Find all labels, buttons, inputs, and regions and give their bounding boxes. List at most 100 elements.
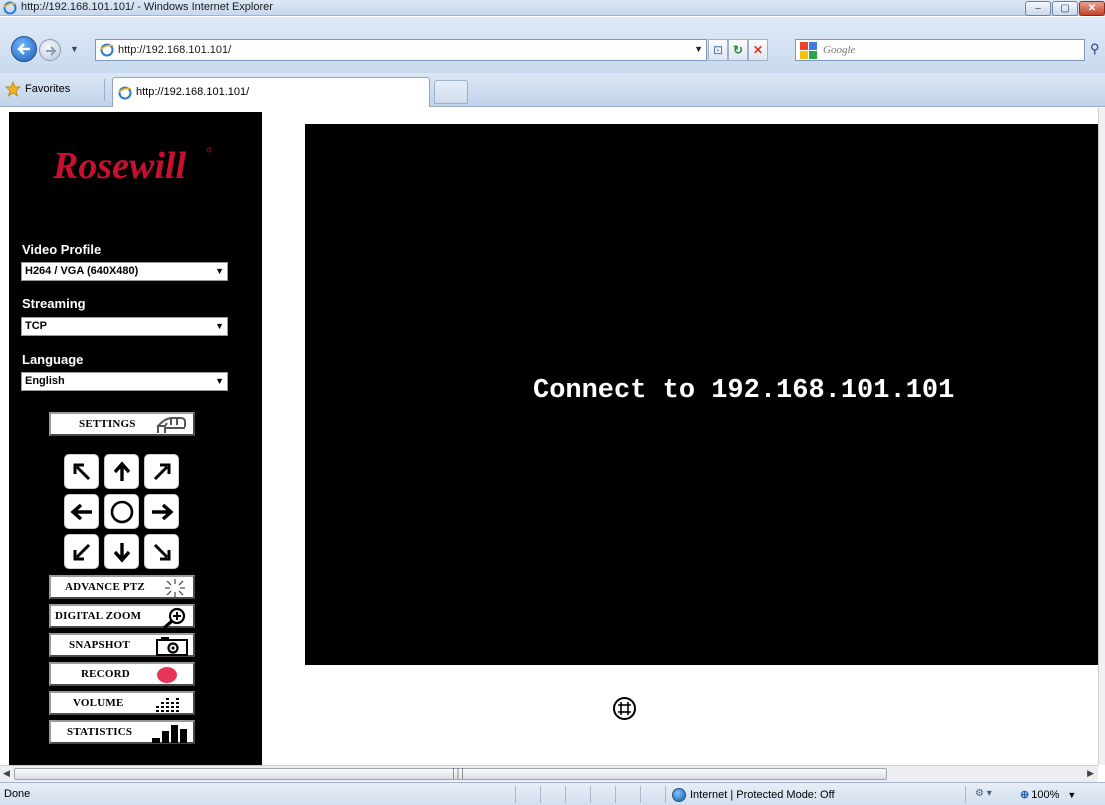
settings-button[interactable]: SETTINGS (49, 412, 195, 436)
status-text: Done (4, 788, 31, 800)
close-button[interactable]: ✕ (1079, 1, 1105, 16)
digital-zoom-label: DIGITAL ZOOM (55, 610, 142, 622)
status-bar: Done Internet | Protected Mode: Off ⚙ ▾ … (0, 782, 1105, 805)
arrow-right-icon (151, 503, 174, 520)
pan-left-button[interactable] (64, 494, 99, 529)
refresh-icon[interactable]: ↻ (728, 39, 748, 61)
forward-arrow-icon (46, 46, 57, 56)
snapshot-label: SNAPSHOT (69, 639, 130, 651)
chevron-down-icon: ▼ (215, 266, 224, 276)
pan-right-button[interactable] (144, 494, 179, 529)
new-tab-button[interactable] (434, 80, 468, 104)
statistics-button[interactable]: STATISTICS (49, 720, 195, 744)
streaming-select[interactable]: TCP ▼ (21, 317, 228, 336)
search-box[interactable]: Google (795, 39, 1085, 61)
streaming-value: TCP (25, 320, 47, 332)
record-dot-icon (157, 667, 177, 683)
statistics-label: STATISTICS (67, 726, 133, 738)
search-icon[interactable]: ⚲ (1090, 41, 1100, 57)
settings-label: SETTINGS (79, 418, 136, 430)
arrow-up-icon (113, 460, 130, 481)
compatibility-view-icon[interactable]: ⊡ (708, 39, 728, 61)
divider (640, 786, 641, 803)
recent-pages-dropdown-icon[interactable]: ▼ (70, 44, 79, 54)
pan-up-right-button[interactable] (144, 454, 179, 489)
ptz-home-button[interactable] (104, 494, 139, 529)
bar-chart-icon (152, 725, 187, 743)
pan-down-right-button[interactable] (144, 534, 179, 569)
video-viewport[interactable]: Connect to 192.168.101.101 (305, 124, 1098, 665)
zoom-value: 100% (1031, 788, 1060, 801)
fullscreen-icon (618, 702, 631, 715)
advance-ptz-button[interactable]: ADVANCE PTZ (49, 575, 195, 599)
arrow-down-right-icon (153, 543, 170, 560)
back-arrow-icon (17, 43, 30, 55)
horizontal-scrollbar[interactable]: ◀ │││ ▶ (0, 765, 1098, 782)
add-ons-icon[interactable]: ⚙ ▾ (975, 788, 992, 799)
video-profile-label: Video Profile (22, 242, 102, 257)
advance-ptz-label: ADVANCE PTZ (65, 581, 145, 593)
favorites-button[interactable]: Favorites (5, 79, 70, 99)
security-zone[interactable]: Internet | Protected Mode: Off (672, 788, 835, 802)
divider (565, 786, 566, 803)
camera-icon (156, 637, 188, 656)
star-icon (5, 81, 21, 97)
pan-up-left-button[interactable] (64, 454, 99, 489)
vertical-scrollbar[interactable] (1098, 108, 1105, 765)
volume-button[interactable]: VOLUME (49, 691, 195, 715)
scroll-left-arrow-icon[interactable]: ◀ (3, 768, 10, 779)
window-title-bar: http://192.168.101.101/ - Windows Intern… (0, 0, 1105, 16)
search-placeholder: Google (823, 44, 856, 56)
magnifier-plus-icon (162, 607, 186, 629)
stop-icon[interactable]: ✕ (748, 39, 768, 61)
zoom-icon: ⊕ (1020, 789, 1030, 801)
page-content: Rosewill Video Profile H264 / VGA (640X4… (0, 108, 1098, 765)
tilt-down-button[interactable] (104, 534, 139, 569)
maximize-button[interactable]: ▢ (1052, 1, 1078, 16)
connection-message: Connect to 192.168.101.101 (533, 376, 955, 406)
page-icon (118, 86, 132, 100)
divider (540, 786, 541, 803)
tab-label: http://192.168.101.101/ (136, 86, 250, 98)
arrow-up-right-icon (153, 463, 170, 480)
arrow-down-left-icon (73, 543, 90, 560)
back-button[interactable] (11, 36, 37, 62)
url-text[interactable]: http://192.168.101.101/ (118, 44, 231, 56)
language-label: Language (22, 352, 84, 367)
zone-label: Internet | Protected Mode: Off (690, 789, 835, 801)
zoom-level[interactable]: ⊕ 100% ▼ (1020, 788, 1076, 802)
navigation-bar: ▼ http://192.168.101.101/ ▼ ⊡ ↻ ✕ Google… (0, 17, 1105, 73)
record-label: RECORD (81, 668, 130, 680)
tilt-up-button[interactable] (104, 454, 139, 489)
sparkle-arrows-icon (165, 579, 185, 597)
video-profile-select[interactable]: H264 / VGA (640X480) ▼ (21, 262, 228, 281)
scrollbar-grip-icon: │││ (451, 768, 466, 778)
browser-tab[interactable]: http://192.168.101.101/ (112, 77, 430, 107)
address-dropdown-icon[interactable]: ▼ (694, 44, 703, 54)
digital-zoom-button[interactable]: DIGITAL ZOOM (49, 604, 195, 629)
snapshot-button[interactable]: SNAPSHOT (49, 633, 195, 657)
record-button[interactable]: RECORD (49, 662, 195, 686)
chevron-down-icon: ▼ (215, 321, 224, 331)
rosewill-logo: Rosewill (53, 145, 212, 187)
google-search-provider-icon (800, 42, 817, 59)
language-select[interactable]: English ▼ (21, 372, 228, 391)
fullscreen-button[interactable] (613, 697, 636, 720)
ptz-control-pad (64, 454, 180, 569)
address-actions: ⊡ ↻ ✕ (708, 39, 768, 61)
divider (104, 79, 105, 101)
window-title: http://192.168.101.101/ - Windows Intern… (21, 1, 273, 13)
pan-down-left-button[interactable] (64, 534, 99, 569)
control-sidebar: Rosewill Video Profile H264 / VGA (640X4… (9, 112, 262, 765)
forward-button[interactable] (39, 39, 61, 61)
scroll-right-arrow-icon[interactable]: ▶ (1087, 768, 1094, 779)
minimize-button[interactable]: – (1025, 1, 1051, 16)
address-bar[interactable]: http://192.168.101.101/ ▼ (95, 39, 707, 61)
language-value: English (25, 375, 65, 387)
page-icon (100, 43, 114, 57)
scrollbar-thumb[interactable]: │││ (14, 768, 887, 780)
divider (515, 786, 516, 803)
divider (615, 786, 616, 803)
volume-bars-icon (156, 698, 179, 712)
favorites-label: Favorites (25, 83, 71, 95)
